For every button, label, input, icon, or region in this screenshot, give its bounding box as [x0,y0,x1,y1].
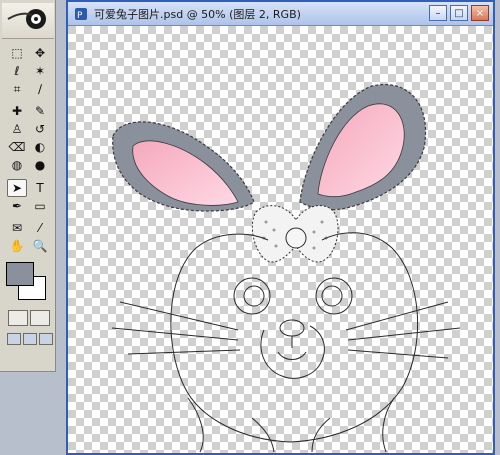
slice-tool-icon[interactable]: ∕ [30,80,50,98]
crop-tool-icon[interactable]: ⌗ [7,80,27,98]
quick-mask-button[interactable] [30,310,50,326]
eraser-tool-icon[interactable]: ⌫ [7,138,27,156]
burn-tool-icon[interactable]: ● [30,156,50,174]
photoshop-workspace: ⬚ ✥ ℓ ✶ ⌗ ∕ ✚ ✎ ♙ ↺ ⌫ ◐ ◍ ● ➤ T ✒ ▭ ✉ ⁄ … [0,0,500,455]
screen-mode-standard-button[interactable] [7,333,21,345]
hand-tool-icon[interactable]: ✋ [7,237,27,255]
photoshop-doc-icon: P [74,7,88,21]
clone-stamp-tool-icon[interactable]: ♙ [7,120,27,138]
document-window: P 可爱兔子图片.psd @ 50% (图层 2, RGB) – □ × [66,0,495,455]
artwork-canvas [68,26,493,453]
standard-mode-button[interactable] [8,310,28,326]
bucket-tool-icon[interactable]: ◐ [30,138,50,156]
screen-mode-full-menu-button[interactable] [23,333,37,345]
zoom-tool-icon[interactable]: 🔍 [30,237,50,255]
eye-logo-icon [7,9,46,29]
type-tool-icon[interactable]: T [30,179,50,197]
notes-tool-icon[interactable]: ✉ [7,219,27,237]
color-swatches[interactable] [6,262,52,304]
marquee-tool-icon[interactable]: ⬚ [7,44,27,62]
eyedropper-tool-icon[interactable]: ⁄ [30,219,50,237]
document-titlebar[interactable]: P 可爱兔子图片.psd @ 50% (图层 2, RGB) – □ × [68,2,493,26]
lasso-tool-icon[interactable]: ℓ [7,62,27,80]
history-brush-tool-icon[interactable]: ↺ [30,120,50,138]
maximize-button[interactable]: □ [450,5,468,21]
foreground-color-swatch[interactable] [6,262,34,286]
move-tool-icon[interactable]: ✥ [30,44,50,62]
brush-tool-icon[interactable]: ✎ [30,102,50,120]
pen-tool-icon[interactable]: ✒ [7,197,27,215]
screen-mode-full-button[interactable] [39,333,53,345]
magic-wand-tool-icon[interactable]: ✶ [30,62,50,80]
dodge-tool-icon[interactable]: ◍ [7,156,27,174]
toolbox-logo [2,3,54,39]
canvas-area[interactable] [68,26,493,453]
window-controls: – □ × [429,5,489,21]
shape-tool-icon[interactable]: ▭ [30,197,50,215]
toolbox-panel: ⬚ ✥ ℓ ✶ ⌗ ∕ ✚ ✎ ♙ ↺ ⌫ ◐ ◍ ● ➤ T ✒ ▭ ✉ ⁄ … [0,0,56,372]
document-title: 可爱兔子图片.psd @ 50% (图层 2, RGB) [94,7,301,21]
healing-brush-tool-icon[interactable]: ✚ [7,102,27,120]
minimize-button[interactable]: – [429,5,447,21]
close-button[interactable]: × [471,5,489,21]
svg-text:P: P [77,11,83,21]
path-selection-tool-icon[interactable]: ➤ [7,179,27,197]
